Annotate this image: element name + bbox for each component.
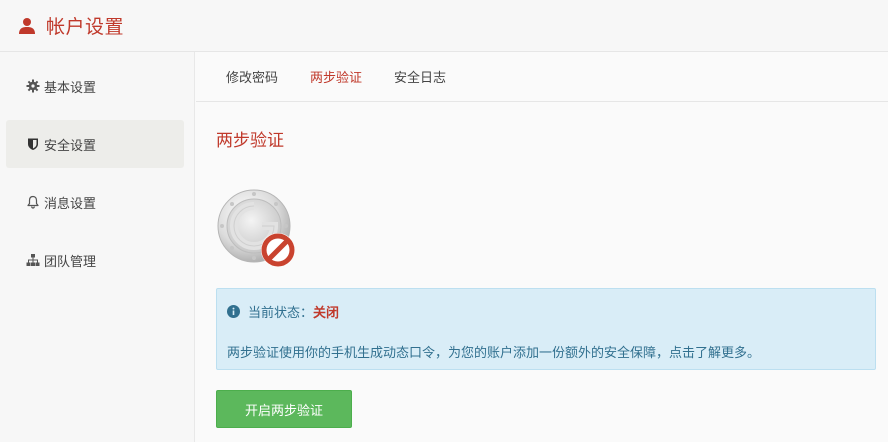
tab-change-password[interactable]: 修改密码 <box>226 67 278 86</box>
sidebar-item-message-settings[interactable]: 消息设置 <box>6 178 184 226</box>
main-content: 修改密码 两步验证 安全日志 两步验证 当前状态： 关闭 两步验证使用你的手机生… <box>196 52 888 442</box>
status-value: 关闭 <box>313 306 340 321</box>
authenticator-disabled-icon <box>217 189 295 267</box>
info-icon <box>227 305 240 318</box>
sitemap-icon <box>26 254 40 266</box>
enable-two-step-button[interactable]: 开启两步验证 <box>216 390 352 428</box>
page-title: 帐户设置 <box>46 16 125 38</box>
bell-icon <box>27 195 39 209</box>
status-line: 当前状态： 关闭 <box>227 302 339 321</box>
sidebar-item-label: 消息设置 <box>44 196 97 212</box>
sidebar-item-label: 安全设置 <box>44 138 97 154</box>
status-label: 当前状态： <box>248 306 314 321</box>
sidebar-item-team-management[interactable]: 团队管理 <box>6 236 184 284</box>
sidebar-item-label: 团队管理 <box>44 254 97 270</box>
sidebar-item-security-settings[interactable]: 安全设置 <box>6 120 184 168</box>
page-header: 帐户设置 <box>0 0 888 52</box>
status-alert: 当前状态： 关闭 两步验证使用你的手机生成动态口令，为您的账户添加一份额外的安全… <box>216 288 876 370</box>
shield-icon <box>28 138 38 150</box>
tab-bar: 修改密码 两步验证 安全日志 <box>196 52 888 102</box>
tab-two-step-verification[interactable]: 两步验证 <box>310 67 362 86</box>
section-title: 两步验证 <box>216 131 284 151</box>
sidebar-item-label: 基本设置 <box>44 80 97 96</box>
tab-security-log[interactable]: 安全日志 <box>394 67 446 86</box>
sidebar: 基本设置 安全设置 消息设置 团队管理 <box>0 52 195 442</box>
gear-icon <box>26 79 40 93</box>
description-text: 两步验证使用你的手机生成动态口令，为您的账户添加一份额外的安全保障，点击了解更多… <box>227 346 761 361</box>
user-icon <box>19 17 35 34</box>
sidebar-item-basic-settings[interactable]: 基本设置 <box>6 62 184 110</box>
